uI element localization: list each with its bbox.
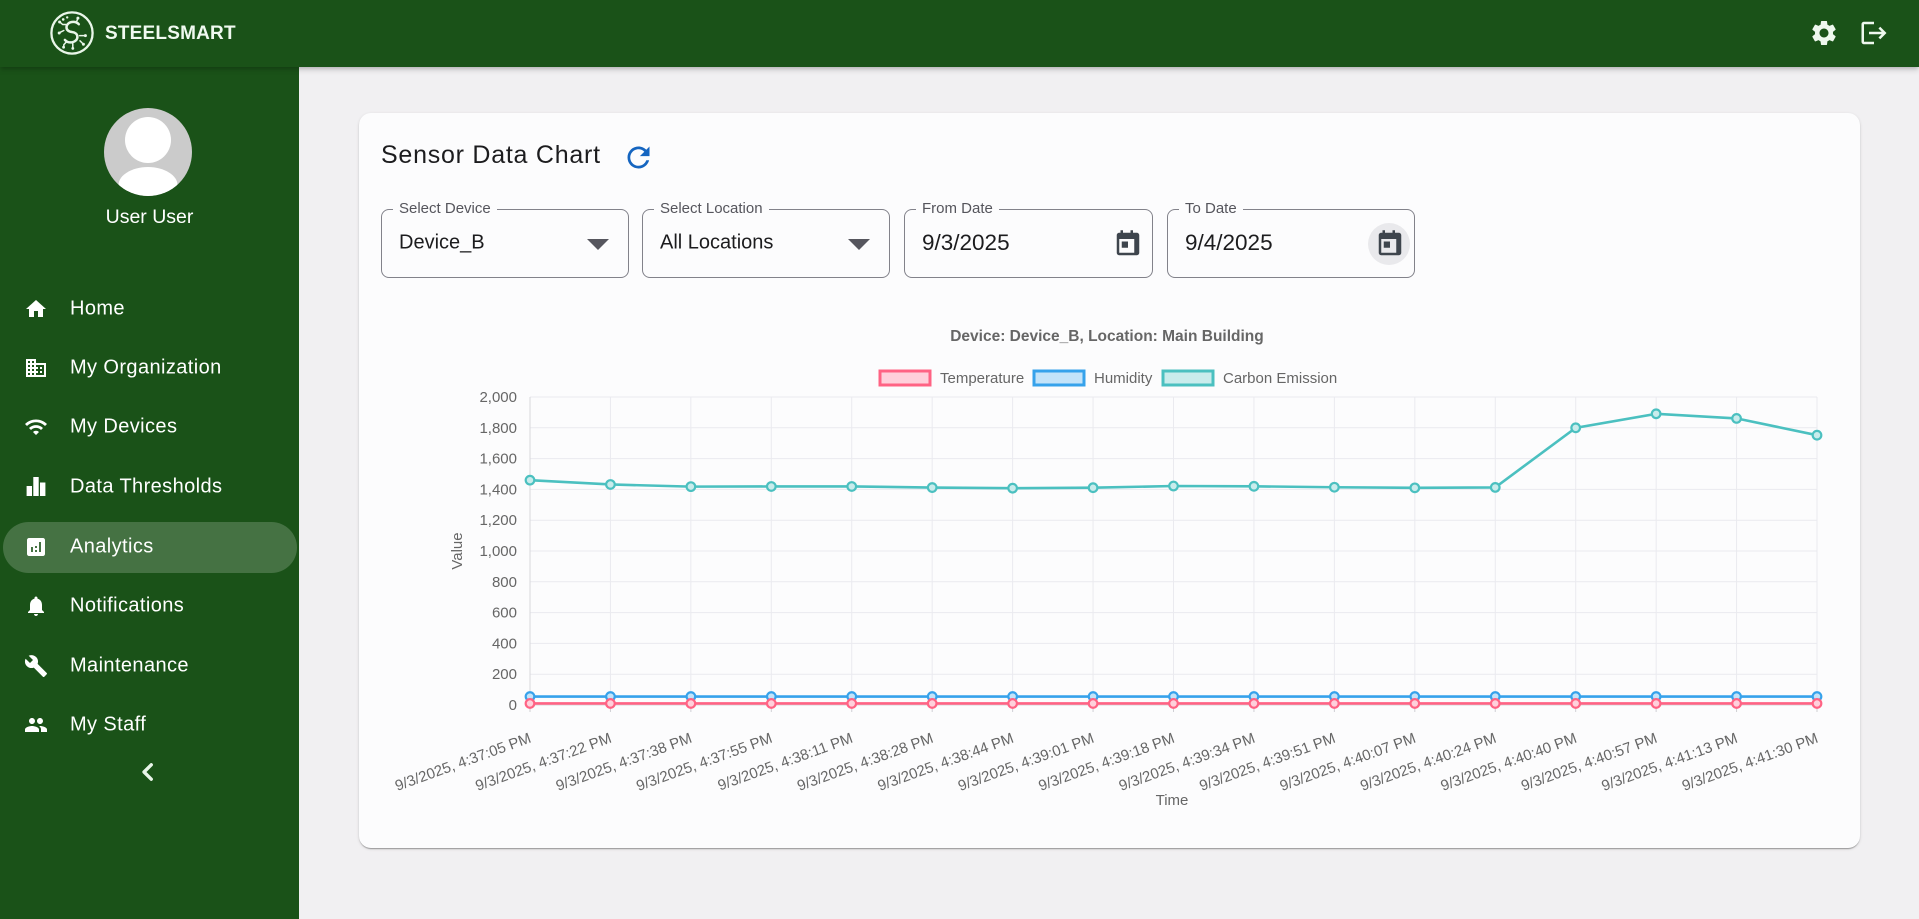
svg-text:200: 200 xyxy=(492,666,517,683)
svg-text:1,400: 1,400 xyxy=(479,481,517,498)
svg-text:Time: Time xyxy=(1156,792,1189,809)
svg-text:Temperature: Temperature xyxy=(940,370,1024,387)
svg-text:9/3/2025, 4:41:13 PM: 9/3/2025, 4:41:13 PM xyxy=(1599,730,1740,795)
svg-text:9/3/2025, 4:38:44 PM: 9/3/2025, 4:38:44 PM xyxy=(875,730,1016,795)
svg-text:9/3/2025, 4:38:11 PM: 9/3/2025, 4:38:11 PM xyxy=(716,730,856,795)
svg-text:9/3/2025, 4:37:22 PM: 9/3/2025, 4:37:22 PM xyxy=(473,730,614,795)
svg-text:9/3/2025, 4:40:24 PM: 9/3/2025, 4:40:24 PM xyxy=(1358,730,1499,795)
svg-text:9/3/2025, 4:39:34 PM: 9/3/2025, 4:39:34 PM xyxy=(1117,730,1258,795)
svg-text:9/3/2025, 4:39:01 PM: 9/3/2025, 4:39:01 PM xyxy=(956,730,1097,795)
svg-text:9/3/2025, 4:37:55 PM: 9/3/2025, 4:37:55 PM xyxy=(634,730,775,795)
svg-text:9/3/2025, 4:37:38 PM: 9/3/2025, 4:37:38 PM xyxy=(554,730,695,795)
svg-text:9/3/2025, 4:40:07 PM: 9/3/2025, 4:40:07 PM xyxy=(1278,730,1419,795)
svg-text:800: 800 xyxy=(492,574,517,591)
svg-text:1,200: 1,200 xyxy=(479,512,517,529)
svg-text:1,000: 1,000 xyxy=(479,543,517,560)
svg-text:400: 400 xyxy=(492,635,517,652)
svg-text:2,000: 2,000 xyxy=(479,389,517,406)
svg-text:9/3/2025, 4:40:40 PM: 9/3/2025, 4:40:40 PM xyxy=(1438,730,1579,795)
svg-text:1,600: 1,600 xyxy=(479,451,517,468)
svg-text:9/3/2025, 4:40:57 PM: 9/3/2025, 4:40:57 PM xyxy=(1519,730,1660,795)
svg-text:9/3/2025, 4:39:51 PM: 9/3/2025, 4:39:51 PM xyxy=(1197,730,1338,795)
svg-text:9/3/2025, 4:41:30 PM: 9/3/2025, 4:41:30 PM xyxy=(1680,730,1821,795)
svg-text:Carbon Emission: Carbon Emission xyxy=(1223,370,1337,387)
svg-text:Humidity: Humidity xyxy=(1094,370,1153,387)
svg-text:9/3/2025, 4:37:05 PM: 9/3/2025, 4:37:05 PM xyxy=(393,730,534,795)
svg-text:Device: Device_B, Location: Ma: Device: Device_B, Location: Main Buildin… xyxy=(950,328,1264,345)
svg-text:0: 0 xyxy=(509,697,517,714)
svg-text:9/3/2025, 4:39:18 PM: 9/3/2025, 4:39:18 PM xyxy=(1036,730,1177,795)
svg-text:1,800: 1,800 xyxy=(479,420,517,437)
svg-text:600: 600 xyxy=(492,605,517,622)
svg-text:9/3/2025, 4:38:28 PM: 9/3/2025, 4:38:28 PM xyxy=(795,730,936,795)
svg-text:Value: Value xyxy=(449,532,466,569)
